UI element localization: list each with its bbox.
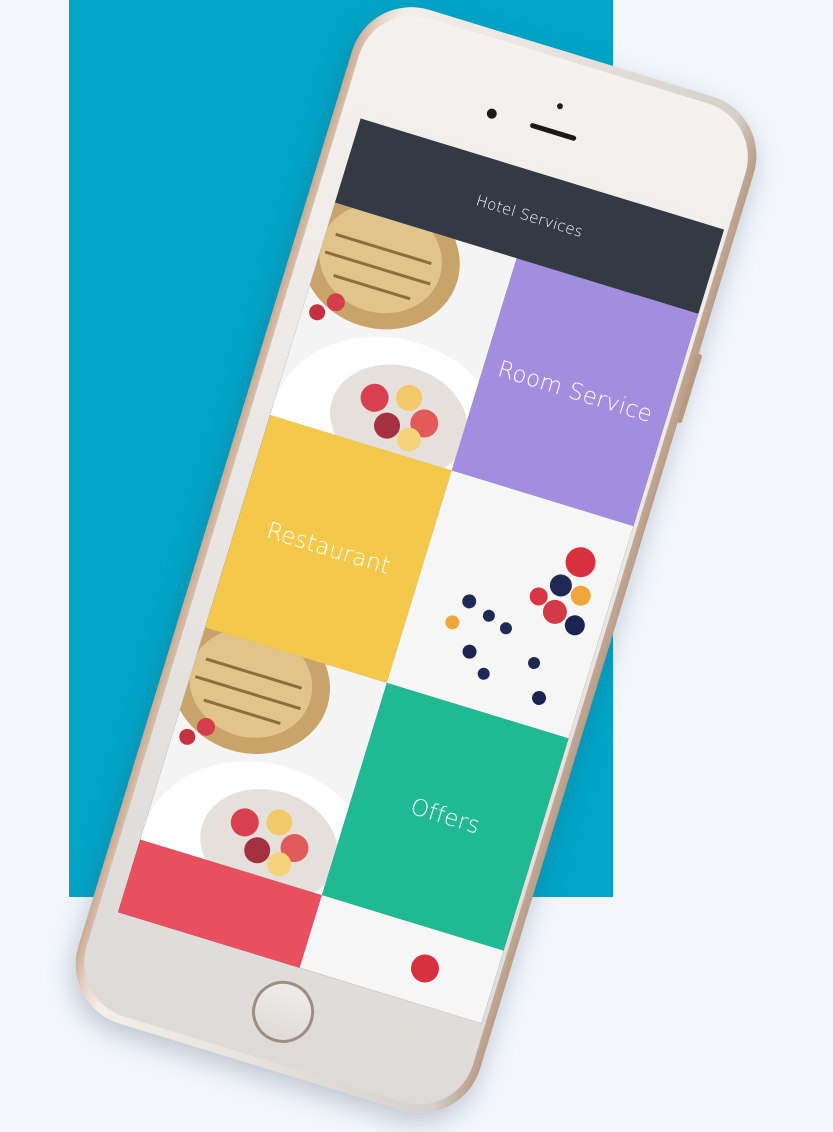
home-button[interactable] [244, 973, 322, 1051]
page-title: Hotel Services [473, 191, 585, 241]
app-screen: Hotel Services Room Service Restaurant O… [117, 118, 725, 1024]
front-camera-icon [485, 107, 499, 120]
phone-front: Hotel Services Room Service Restaurant O… [70, 1, 762, 1119]
proximity-sensor [556, 102, 564, 111]
restaurant-label: Restaurant [263, 517, 394, 581]
earpiece-speaker [529, 122, 577, 142]
services-grid: Room Service Restaurant Offers [117, 202, 699, 1024]
room-service-label: Room Service [494, 356, 656, 429]
phone-mockup: Hotel Services Room Service Restaurant O… [0, 0, 833, 1132]
phone-body: Hotel Services Room Service Restaurant O… [60, 0, 772, 1129]
offers-label: Offers [407, 793, 484, 840]
